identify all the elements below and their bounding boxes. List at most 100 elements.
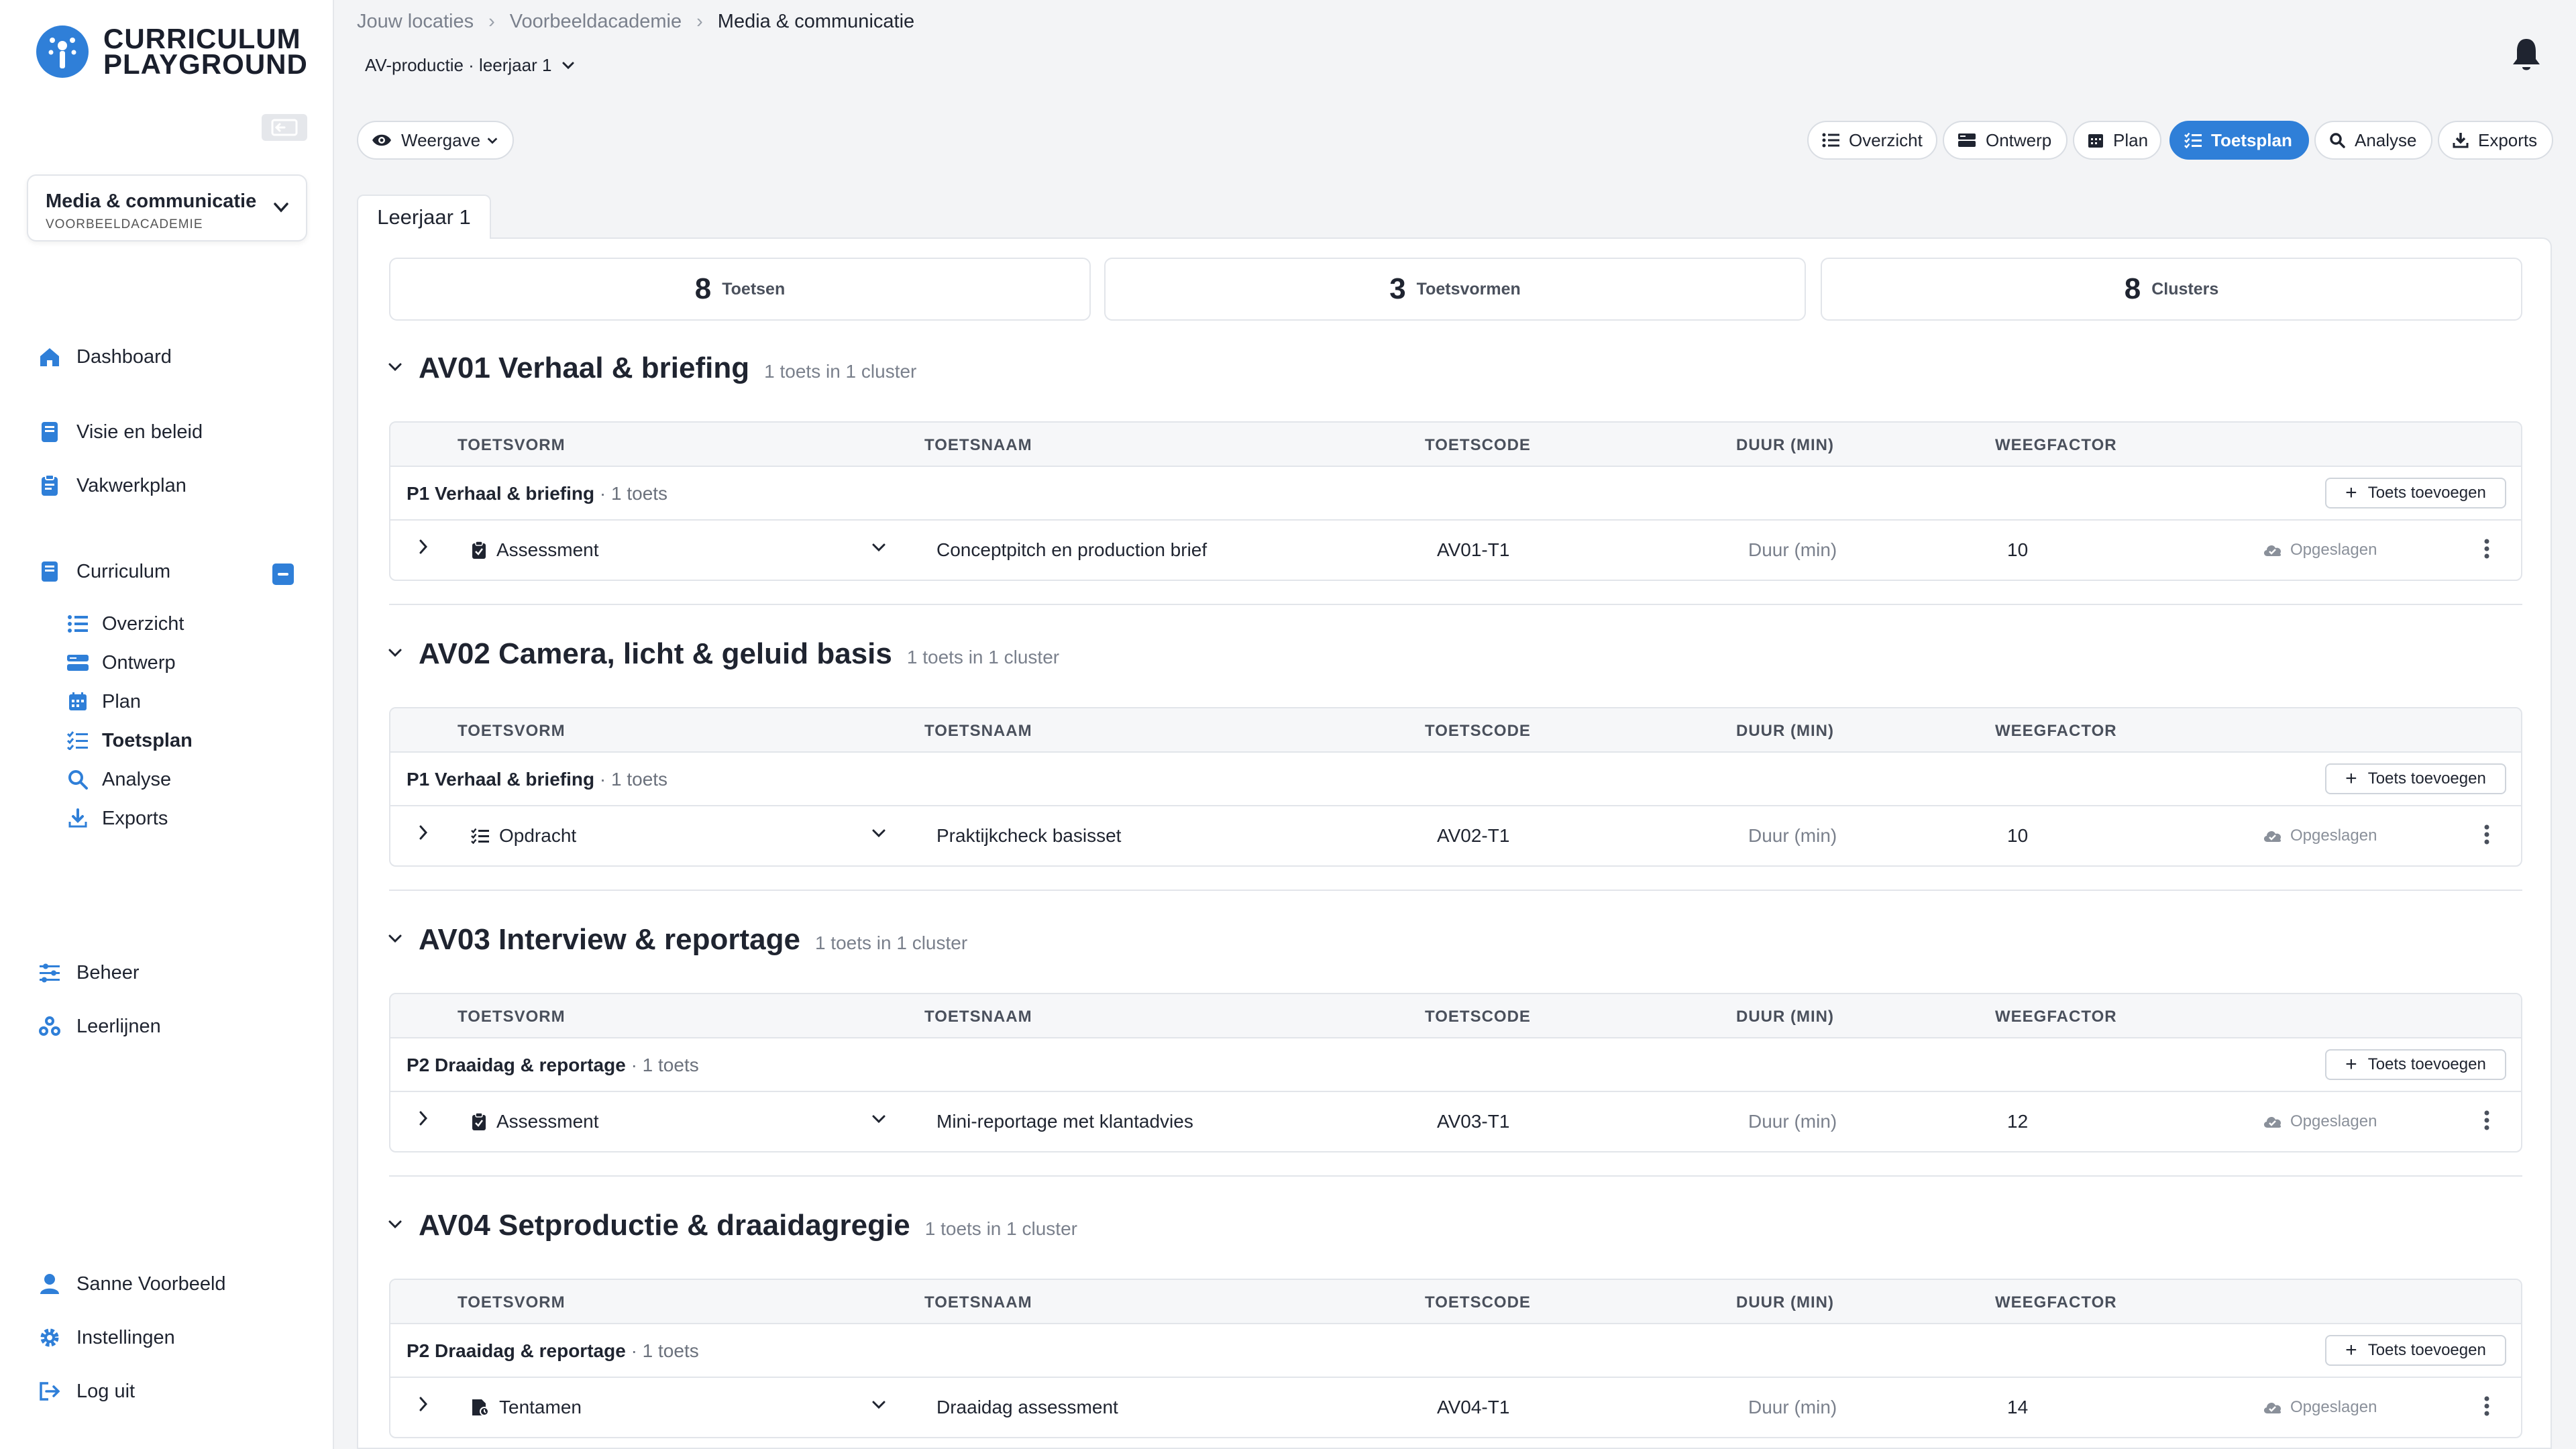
toetscode-field[interactable]: AV01-T1 (1437, 539, 1509, 561)
more-options-icon[interactable] (2483, 1395, 2490, 1420)
chevron-down-icon[interactable] (869, 824, 888, 847)
breadcrumb: Jouw locaties › Voorbeeldacademie › Medi… (357, 11, 914, 33)
add-toets-button[interactable]: + Toets toevoegen (2325, 1049, 2506, 1080)
cluster-row: P1 Verhaal & briefing · 1 toets + Toets … (390, 753, 2521, 806)
duur-input[interactable]: Duur (min) (1748, 825, 1837, 847)
view-exports-button[interactable]: Exports (2438, 121, 2553, 160)
view-toetsplan-button[interactable]: Toetsplan (2169, 121, 2309, 160)
weergave-button[interactable]: Weergave (357, 121, 514, 160)
toetsvorm-select[interactable]: Tentamen (471, 1397, 582, 1421)
nav-logout[interactable]: Log uit (38, 1379, 135, 1403)
col-weegfactor: WEEGFACTOR (1995, 722, 2117, 740)
toetscode-field[interactable]: AV03-T1 (1437, 1111, 1509, 1132)
toetsnaam-field[interactable]: Mini-reportage met klantadvies (936, 1111, 1193, 1132)
chevron-down-icon[interactable] (869, 1395, 888, 1419)
layers-icon (1957, 133, 1976, 148)
collapse-curriculum-button[interactable] (272, 564, 294, 585)
add-toets-button[interactable]: + Toets toevoegen (2325, 478, 2506, 508)
section-header[interactable]: AV02 Camera, licht & geluid basis 1 toet… (386, 637, 1059, 671)
logo-line-2: PLAYGROUND (103, 48, 308, 80)
list-icon (1822, 133, 1839, 148)
subnav-analyse[interactable]: Analyse (66, 767, 171, 792)
toetsvorm-select[interactable]: Assessment (471, 1111, 599, 1136)
saved-status: Opgeslagen (2262, 826, 2377, 845)
subnav-overzicht[interactable]: Overzicht (66, 612, 184, 636)
breadcrumb-item[interactable]: Voorbeeldacademie (510, 11, 682, 33)
col-toetsvorm: TOETSVORM (458, 1008, 566, 1026)
toetsnaam-field[interactable]: Conceptpitch en production brief (936, 539, 1207, 561)
toetsnaam-field[interactable]: Praktijkcheck basisset (936, 825, 1121, 847)
subnav-plan[interactable]: Plan (66, 690, 141, 714)
toetscode-field[interactable]: AV02-T1 (1437, 825, 1509, 847)
col-toetsvorm: TOETSVORM (458, 722, 566, 740)
duur-input[interactable]: Duur (min) (1748, 539, 1837, 561)
expand-row-chevron-icon[interactable] (416, 1108, 431, 1133)
collapse-sidebar-button[interactable] (262, 114, 307, 141)
weegfactor-field[interactable]: 12 (2007, 1111, 2028, 1132)
section-divider (389, 604, 2522, 605)
expand-row-chevron-icon[interactable] (416, 1394, 431, 1419)
chevron-down-icon[interactable] (386, 1218, 404, 1234)
col-weegfactor: WEEGFACTOR (1995, 1008, 2117, 1026)
nav-user-profile[interactable]: Sanne Voorbeeld (38, 1272, 226, 1296)
weegfactor-field[interactable]: 10 (2007, 825, 2028, 847)
add-toets-button[interactable]: + Toets toevoegen (2325, 763, 2506, 794)
location-selector[interactable]: Media & communicatie VOORBEELDACADEMIE (27, 174, 307, 241)
nav-beheer[interactable]: Beheer (38, 961, 140, 985)
weegfactor-field[interactable]: 10 (2007, 539, 2028, 561)
expand-row-chevron-icon[interactable] (416, 537, 431, 561)
nav-leerlijnen[interactable]: Leerlijnen (38, 1014, 161, 1038)
more-options-icon[interactable] (2483, 538, 2490, 563)
clipboard-icon (38, 474, 62, 498)
cluster-name: P2 Draaidag & reportage (407, 1055, 626, 1075)
stat-toetsvormen: 3 Toetsvormen (1104, 258, 1806, 321)
nav-vakwerkplan[interactable]: Vakwerkplan (38, 474, 186, 498)
nav-dashboard[interactable]: Dashboard (38, 345, 172, 369)
chevron-down-icon[interactable] (386, 932, 404, 949)
subnav-ontwerp[interactable]: Ontwerp (66, 651, 176, 675)
table-row: Assessment Conceptpitch en production br… (390, 521, 2521, 580)
more-options-icon[interactable] (2483, 824, 2490, 849)
expand-row-chevron-icon[interactable] (416, 822, 431, 847)
add-toets-button[interactable]: + Toets toevoegen (2325, 1335, 2506, 1366)
subnav-toetsplan[interactable]: Toetsplan (66, 729, 193, 753)
nav-instellingen[interactable]: Instellingen (38, 1326, 175, 1350)
chevron-down-icon[interactable] (869, 538, 888, 561)
toetsvorm-select[interactable]: Opdracht (471, 825, 576, 849)
view-overzicht-button[interactable]: Overzicht (1807, 121, 1937, 160)
logo-icon (36, 25, 89, 78)
duur-input[interactable]: Duur (min) (1748, 1397, 1837, 1418)
nav-visie[interactable]: Visie en beleid (38, 420, 203, 444)
tab-leerjaar-1[interactable]: Leerjaar 1 (357, 195, 491, 239)
duur-input[interactable]: Duur (min) (1748, 1111, 1837, 1132)
breadcrumb-item[interactable]: Jouw locaties (357, 11, 474, 33)
col-toetsvorm: TOETSVORM (458, 436, 566, 454)
subnav-exports[interactable]: Exports (66, 806, 168, 830)
chevron-down-icon[interactable] (869, 1110, 888, 1133)
chevron-down-icon[interactable] (386, 360, 404, 377)
toetsnaam-field[interactable]: Draaidag assessment (936, 1397, 1118, 1418)
chevron-down-icon[interactable] (386, 646, 404, 663)
more-options-icon[interactable] (2483, 1110, 2490, 1134)
section-title: AV02 Camera, licht & geluid basis (419, 637, 892, 670)
cloud-check-icon (2263, 545, 2282, 556)
table-header: TOETSVORM TOETSNAAM TOETSCODE DUUR (MIN)… (390, 708, 2521, 753)
section-header[interactable]: AV01 Verhaal & briefing 1 toets in 1 clu… (386, 352, 916, 385)
section-header[interactable]: AV03 Interview & reportage 1 toets in 1 … (386, 923, 967, 957)
app-logo[interactable]: CURRICULUM PLAYGROUND (36, 25, 308, 78)
toetscode-field[interactable]: AV04-T1 (1437, 1397, 1509, 1418)
nav-curriculum[interactable]: Curriculum (38, 559, 170, 584)
download-icon (66, 806, 90, 830)
section-meta: 1 toets in 1 cluster (924, 1218, 1077, 1239)
notifications-bell-icon[interactable] (2510, 36, 2542, 76)
weegfactor-field[interactable]: 14 (2007, 1397, 2028, 1418)
view-ontwerp-button[interactable]: Ontwerp (1943, 121, 2068, 160)
section-header[interactable]: AV04 Setproductie & draaidagregie 1 toet… (386, 1209, 1077, 1242)
plus-icon: + (2345, 767, 2357, 790)
col-duur: DUUR (MIN) (1736, 1293, 1834, 1311)
toetsvorm-select[interactable]: Assessment (471, 539, 599, 564)
col-duur: DUUR (MIN) (1736, 436, 1834, 454)
context-selector[interactable]: AV-productie · leerjaar 1 (365, 55, 577, 76)
view-analyse-button[interactable]: Analyse (2314, 121, 2432, 160)
view-plan-button[interactable]: Plan (2073, 121, 2161, 160)
